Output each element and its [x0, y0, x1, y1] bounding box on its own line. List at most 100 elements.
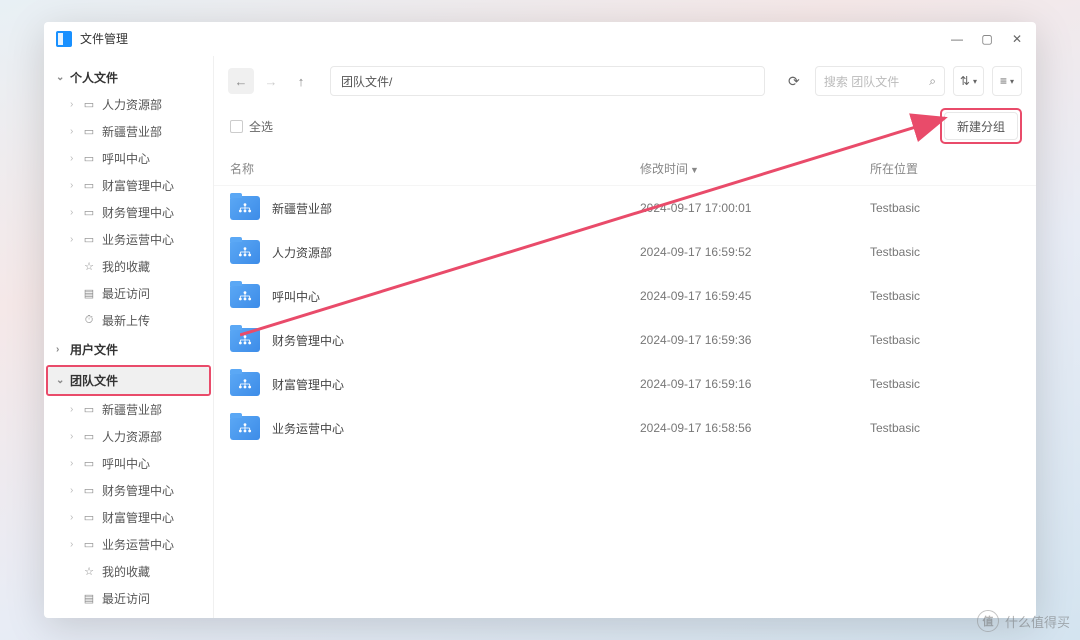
sidebar-item[interactable]: ›▭财富管理中心 [48, 172, 209, 199]
toolbar: ← → ↑ 团队文件/ ⟳ 搜索 团队文件 ⌕ ⇅ ▾ ≡ [214, 56, 1036, 106]
nav-forward-button[interactable]: → [258, 68, 284, 94]
folder-icon: ▭ [82, 179, 96, 192]
chevron-right-icon: › [70, 539, 80, 550]
sidebar-item[interactable]: ›▭财务管理中心 [48, 477, 209, 504]
row-time: 2024-09-17 16:59:52 [640, 245, 870, 259]
folder-icon [230, 372, 260, 396]
close-button[interactable]: ✕ [1010, 32, 1024, 46]
search-input[interactable]: 搜索 团队文件 ⌕ [815, 66, 945, 96]
table-row[interactable]: 财务管理中心2024-09-17 16:59:36Testbasic [214, 318, 1036, 362]
star-icon: ☆ [82, 565, 96, 578]
list-icon: ≡ [1000, 74, 1007, 88]
table-row[interactable]: 新疆营业部2024-09-17 17:00:01Testbasic [214, 186, 1036, 230]
sidebar-section-user[interactable]: › 用户文件 [48, 336, 209, 363]
sort-button[interactable]: ⇅ ▾ [953, 66, 984, 96]
row-name: 财富管理中心 [272, 376, 640, 393]
folder-icon: ▭ [82, 98, 96, 111]
breadcrumb[interactable]: 团队文件/ [330, 66, 765, 96]
table-row[interactable]: 呼叫中心2024-09-17 16:59:45Testbasic [214, 274, 1036, 318]
folder-icon: ▭ [82, 484, 96, 497]
sidebar-item-label: 新疆营业部 [102, 123, 162, 140]
sidebar-item[interactable]: ›▭ 财务管理中心 [48, 199, 209, 226]
chevron-right-icon: › [70, 207, 80, 218]
sidebar-item[interactable]: ›▭人力资源部 [48, 91, 209, 118]
chevron-right-icon: › [70, 404, 80, 415]
sidebar-item[interactable]: ›▭ 财富管理中心 [48, 504, 209, 531]
row-name: 呼叫中心 [272, 288, 640, 305]
sidebar-item[interactable]: ⏱最新上传 [48, 612, 209, 618]
row-location: Testbasic [870, 289, 1020, 303]
row-time: 2024-09-17 16:58:56 [640, 421, 870, 435]
column-name[interactable]: 名称 [230, 160, 640, 177]
sidebar-item[interactable]: ›▭ 业务运营中心 [48, 531, 209, 558]
sidebar-item-label: 财富管理中心 [102, 177, 174, 194]
sidebar-item-label: 人力资源部 [102, 96, 162, 113]
select-all-label[interactable]: 全选 [249, 118, 273, 135]
actionbar: 全选 新建分组 [214, 106, 1036, 152]
column-location[interactable]: 所在位置 [870, 160, 1020, 177]
folder-icon [230, 196, 260, 220]
new-group-button[interactable]: 新建分组 [944, 112, 1018, 140]
view-button[interactable]: ≡ ▾ [992, 66, 1022, 96]
nav-back-button[interactable]: ← [228, 68, 254, 94]
folder-icon [230, 240, 260, 264]
sidebar-item-label: 最新上传 [102, 617, 150, 618]
minimize-button[interactable]: — [950, 32, 964, 46]
chevron-down-icon: ⌄ [56, 375, 66, 386]
table-row[interactable]: 人力资源部2024-09-17 16:59:52Testbasic [214, 230, 1036, 274]
sidebar-item[interactable]: ☆ 我的收藏 [48, 558, 209, 585]
sidebar-item-label: 人力资源部 [102, 428, 162, 445]
maximize-button[interactable]: ▢ [980, 32, 994, 46]
row-location: Testbasic [870, 245, 1020, 259]
sidebar-item-label: 新疆营业部 [102, 401, 162, 418]
folder-icon: ▭ [82, 125, 96, 138]
file-list: 新疆营业部2024-09-17 17:00:01Testbasic人力资源部20… [214, 186, 1036, 618]
folder-icon: ▭ [82, 511, 96, 524]
sidebar-item[interactable]: ›▭业务运营中心 [48, 226, 209, 253]
sidebar-section-personal[interactable]: ⌄ 个人文件 [48, 64, 209, 91]
recent-icon: ▤ [82, 287, 96, 300]
folder-icon: ▭ [82, 403, 96, 416]
star-icon: ☆ [82, 260, 96, 273]
folder-icon: ▭ [82, 152, 96, 165]
select-all-checkbox[interactable] [230, 120, 243, 133]
table-row[interactable]: 业务运营中心2024-09-17 16:58:56Testbasic [214, 406, 1036, 450]
table-header: 名称 修改时间▼ 所在位置 [214, 152, 1036, 186]
chevron-right-icon: › [70, 512, 80, 523]
sidebar-item-label: 我的收藏 [102, 563, 150, 580]
sidebar: ⌄ 个人文件 ›▭人力资源部›▭新疆营业部›▭呼叫中心›▭财富管理中心›▭财务管… [44, 56, 214, 618]
folder-icon: ▭ [82, 538, 96, 551]
row-location: Testbasic [870, 421, 1020, 435]
app-window: 文件管理 — ▢ ✕ ⌄ 个人文件 ›▭人力资源部›▭新疆营业部›▭呼叫中心›▭… [44, 22, 1036, 618]
sidebar-item-label: 业务运营中心 [102, 536, 174, 553]
sidebar-item[interactable]: ⏱最新上传 [48, 307, 209, 334]
sidebar-item[interactable]: ›▭呼叫中心 [48, 450, 209, 477]
search-icon: ⌕ [929, 74, 936, 89]
folder-icon [230, 416, 260, 440]
chevron-right-icon: › [70, 458, 80, 469]
sidebar-item[interactable]: ›▭ 呼叫中心 [48, 145, 209, 172]
row-time: 2024-09-17 16:59:45 [640, 289, 870, 303]
recent-icon: ▤ [82, 592, 96, 605]
chevron-down-icon: ▾ [973, 77, 977, 86]
column-time[interactable]: 修改时间▼ [640, 160, 870, 177]
sidebar-item[interactable]: ☆我的收藏 [48, 253, 209, 280]
sidebar-item[interactable]: ›▭新疆营业部 [48, 118, 209, 145]
chevron-right-icon: › [70, 153, 80, 164]
sidebar-item[interactable]: ›▭ 新疆营业部 [48, 396, 209, 423]
sidebar-item[interactable]: ▤最近访问 [48, 280, 209, 307]
sidebar-item[interactable]: ›▭人力资源部 [48, 423, 209, 450]
folder-icon [230, 328, 260, 352]
table-row[interactable]: 财富管理中心2024-09-17 16:59:16Testbasic [214, 362, 1036, 406]
sidebar-item-label: 财务管理中心 [102, 204, 174, 221]
sidebar-item-label: 财富管理中心 [102, 509, 174, 526]
sidebar-item[interactable]: ▤最近访问 [48, 585, 209, 612]
chevron-right-icon: › [70, 431, 80, 442]
nav-up-button[interactable]: ↑ [288, 68, 314, 94]
app-icon [56, 31, 72, 47]
refresh-button[interactable]: ⟳ [781, 68, 807, 94]
sort-desc-icon: ▼ [690, 165, 699, 175]
folder-icon: ▭ [82, 206, 96, 219]
sidebar-section-team[interactable]: ⌄ 团队文件 [48, 367, 209, 394]
sidebar-item-label: 呼叫中心 [102, 150, 150, 167]
